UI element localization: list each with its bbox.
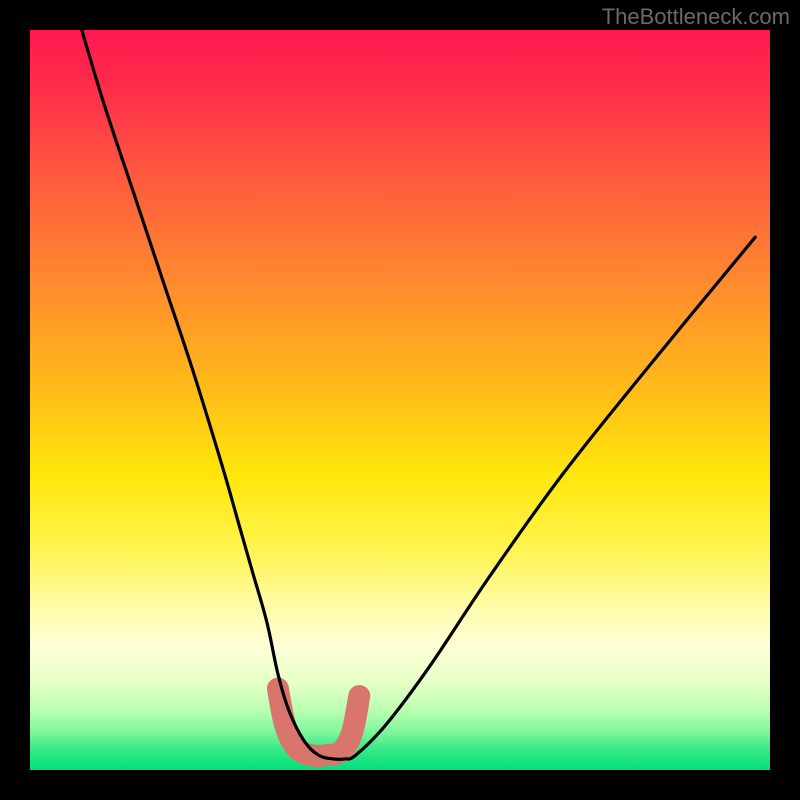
bottleneck-curve-path bbox=[82, 30, 755, 759]
plot-area bbox=[30, 30, 770, 770]
chart-frame: TheBottleneck.com bbox=[0, 0, 800, 800]
optimal-band-path bbox=[278, 689, 359, 756]
watermark-text: TheBottleneck.com bbox=[602, 4, 790, 30]
curve-layer bbox=[30, 30, 770, 770]
